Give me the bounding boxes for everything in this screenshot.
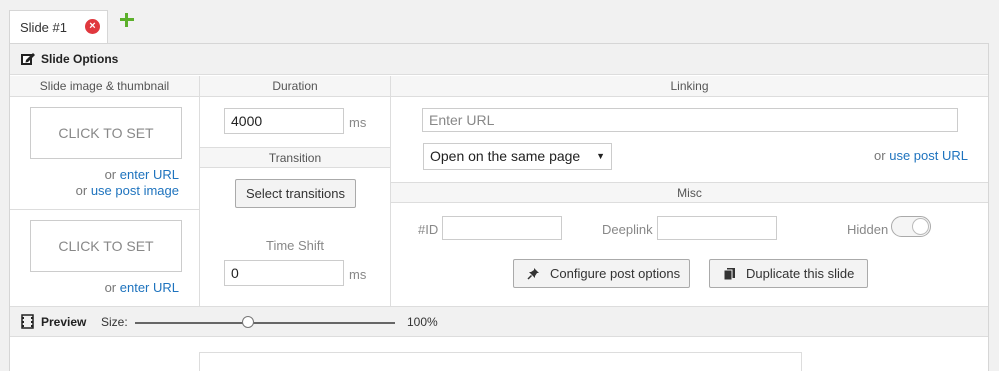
preview-canvas bbox=[199, 352, 802, 371]
time-shift-input[interactable]: 0 bbox=[224, 260, 344, 286]
hidden-toggle[interactable] bbox=[891, 216, 931, 237]
use-post-url-link[interactable]: use post URL bbox=[889, 148, 968, 163]
configure-label: Configure post options bbox=[550, 266, 681, 281]
linking-title: Linking bbox=[391, 76, 988, 97]
zoom-value: 100% bbox=[407, 315, 438, 329]
slide-tab-bar: Slide #1 × bbox=[0, 0, 999, 44]
slide-tab-label: Slide #1 bbox=[20, 20, 67, 35]
duplicate-label: Duplicate this slide bbox=[746, 266, 855, 281]
slide-options-panel: Slide Options Slide image & thumbnail CL… bbox=[9, 43, 989, 371]
copy-icon bbox=[723, 268, 735, 281]
image-column-title: Slide image & thumbnail bbox=[10, 76, 199, 97]
duration-column: Duration 4000 ms Transition Select trans… bbox=[200, 76, 391, 306]
time-shift-label: Time Shift bbox=[265, 238, 325, 253]
link-target-select[interactable]: Open on the same page ▼ bbox=[423, 143, 612, 170]
image-thumbnail-column: Slide image & thumbnail CLICK TO SET or … bbox=[10, 76, 200, 306]
linking-misc-column: Linking Enter URL Open on the same page … bbox=[391, 76, 988, 306]
hidden-label: Hidden bbox=[847, 222, 889, 237]
or-text: or bbox=[874, 148, 886, 163]
toggle-knob bbox=[912, 218, 929, 235]
misc-title: Misc bbox=[391, 182, 988, 203]
plus-icon[interactable] bbox=[118, 11, 136, 29]
film-icon bbox=[21, 314, 34, 329]
edit-icon bbox=[21, 53, 35, 65]
set-image-button[interactable]: CLICK TO SET bbox=[30, 107, 182, 159]
thumbnail-enter-url-link[interactable]: enter URL bbox=[120, 280, 179, 295]
use-post-image-link[interactable]: use post image bbox=[91, 183, 179, 198]
size-label: Size: bbox=[101, 315, 128, 329]
deeplink-label: Deeplink bbox=[602, 222, 653, 237]
pin-icon bbox=[527, 268, 539, 280]
divider bbox=[10, 209, 199, 210]
id-label: #ID bbox=[418, 222, 439, 237]
id-input[interactable] bbox=[442, 216, 562, 240]
duration-input[interactable]: 4000 bbox=[224, 108, 344, 134]
use-post-url-line: or use post URL bbox=[874, 148, 968, 163]
deeplink-input[interactable] bbox=[657, 216, 777, 240]
or-text: or bbox=[75, 183, 88, 198]
duplicate-slide-button[interactable]: Duplicate this slide bbox=[709, 259, 868, 288]
slide-options-header: Slide Options bbox=[10, 44, 988, 75]
configure-post-options-button[interactable]: Configure post options bbox=[513, 259, 690, 288]
set-thumbnail-button[interactable]: CLICK TO SET bbox=[30, 220, 182, 272]
slide-tab[interactable]: Slide #1 × bbox=[9, 10, 108, 44]
preview-title: Preview bbox=[41, 315, 87, 329]
time-shift-unit: ms bbox=[349, 267, 367, 282]
or-text: or bbox=[104, 167, 117, 182]
slide-options-title: Slide Options bbox=[41, 52, 119, 66]
link-url-input[interactable]: Enter URL bbox=[422, 108, 958, 132]
close-icon[interactable]: × bbox=[85, 19, 100, 34]
use-post-image-line: or use post image bbox=[76, 183, 179, 198]
or-text: or bbox=[104, 280, 117, 295]
image-enter-url-link[interactable]: enter URL bbox=[120, 167, 179, 182]
select-transitions-button[interactable]: Select transitions bbox=[235, 179, 356, 208]
preview-header: Preview Size: 100% bbox=[10, 306, 988, 337]
transition-title: Transition bbox=[200, 147, 390, 168]
duration-unit: ms bbox=[349, 115, 367, 130]
chevron-down-icon: ▼ bbox=[596, 151, 605, 161]
thumb-enter-url-line: or enter URL bbox=[105, 280, 179, 295]
size-slider-track[interactable] bbox=[135, 322, 395, 324]
size-slider-thumb[interactable] bbox=[242, 316, 254, 328]
duration-title: Duration bbox=[200, 76, 390, 97]
image-enter-url-line: or enter URL bbox=[105, 167, 179, 182]
link-target-value: Open on the same page bbox=[430, 148, 581, 164]
